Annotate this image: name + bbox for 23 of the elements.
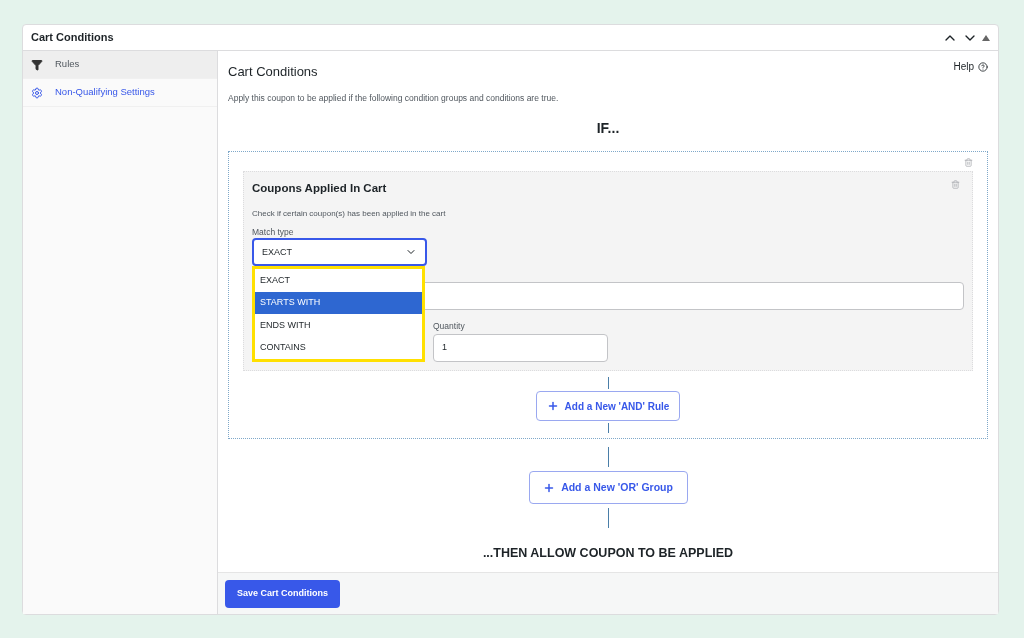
field-label: Quantity: [433, 320, 466, 333]
dropdown-option[interactable]: STARTS WITH: [255, 291, 422, 315]
then-heading: ...THEN ALLOW COUPON TO BE APPLIED: [482, 545, 734, 563]
plus-icon: [546, 400, 559, 413]
sidebar-tab[interactable]: Rules: [23, 51, 217, 79]
add-or-group-button[interactable]: Add a New 'OR' Group: [528, 471, 688, 505]
section-title: Cart Conditions: [228, 63, 318, 81]
quantity-field[interactable]: 1: [433, 334, 608, 362]
add-and-rule-button[interactable]: Add a New 'AND' Rule: [536, 391, 680, 422]
if-heading: IF...: [595, 119, 621, 139]
field-label: Match type: [252, 225, 295, 239]
match-type-select[interactable]: EXACT: [252, 238, 427, 267]
filter-icon: [31, 58, 43, 71]
panel-title: Cart Conditions: [31, 30, 114, 46]
plus-icon: [543, 481, 556, 494]
settings-icon: [31, 86, 43, 99]
condition-title: Coupons Applied In Cart: [252, 181, 387, 197]
collapse-icon[interactable]: [982, 34, 990, 41]
save-button[interactable]: Save Cart Conditions: [225, 579, 340, 608]
condition-description: Check if certain coupon(s) has been applied in the cart: [252, 207, 447, 220]
section-description: Apply this coupon to be applied if the following condition groups and conditions are true.: [228, 91, 560, 105]
help-link[interactable]: Help: [953, 59, 988, 74]
help-icon: [978, 61, 988, 72]
